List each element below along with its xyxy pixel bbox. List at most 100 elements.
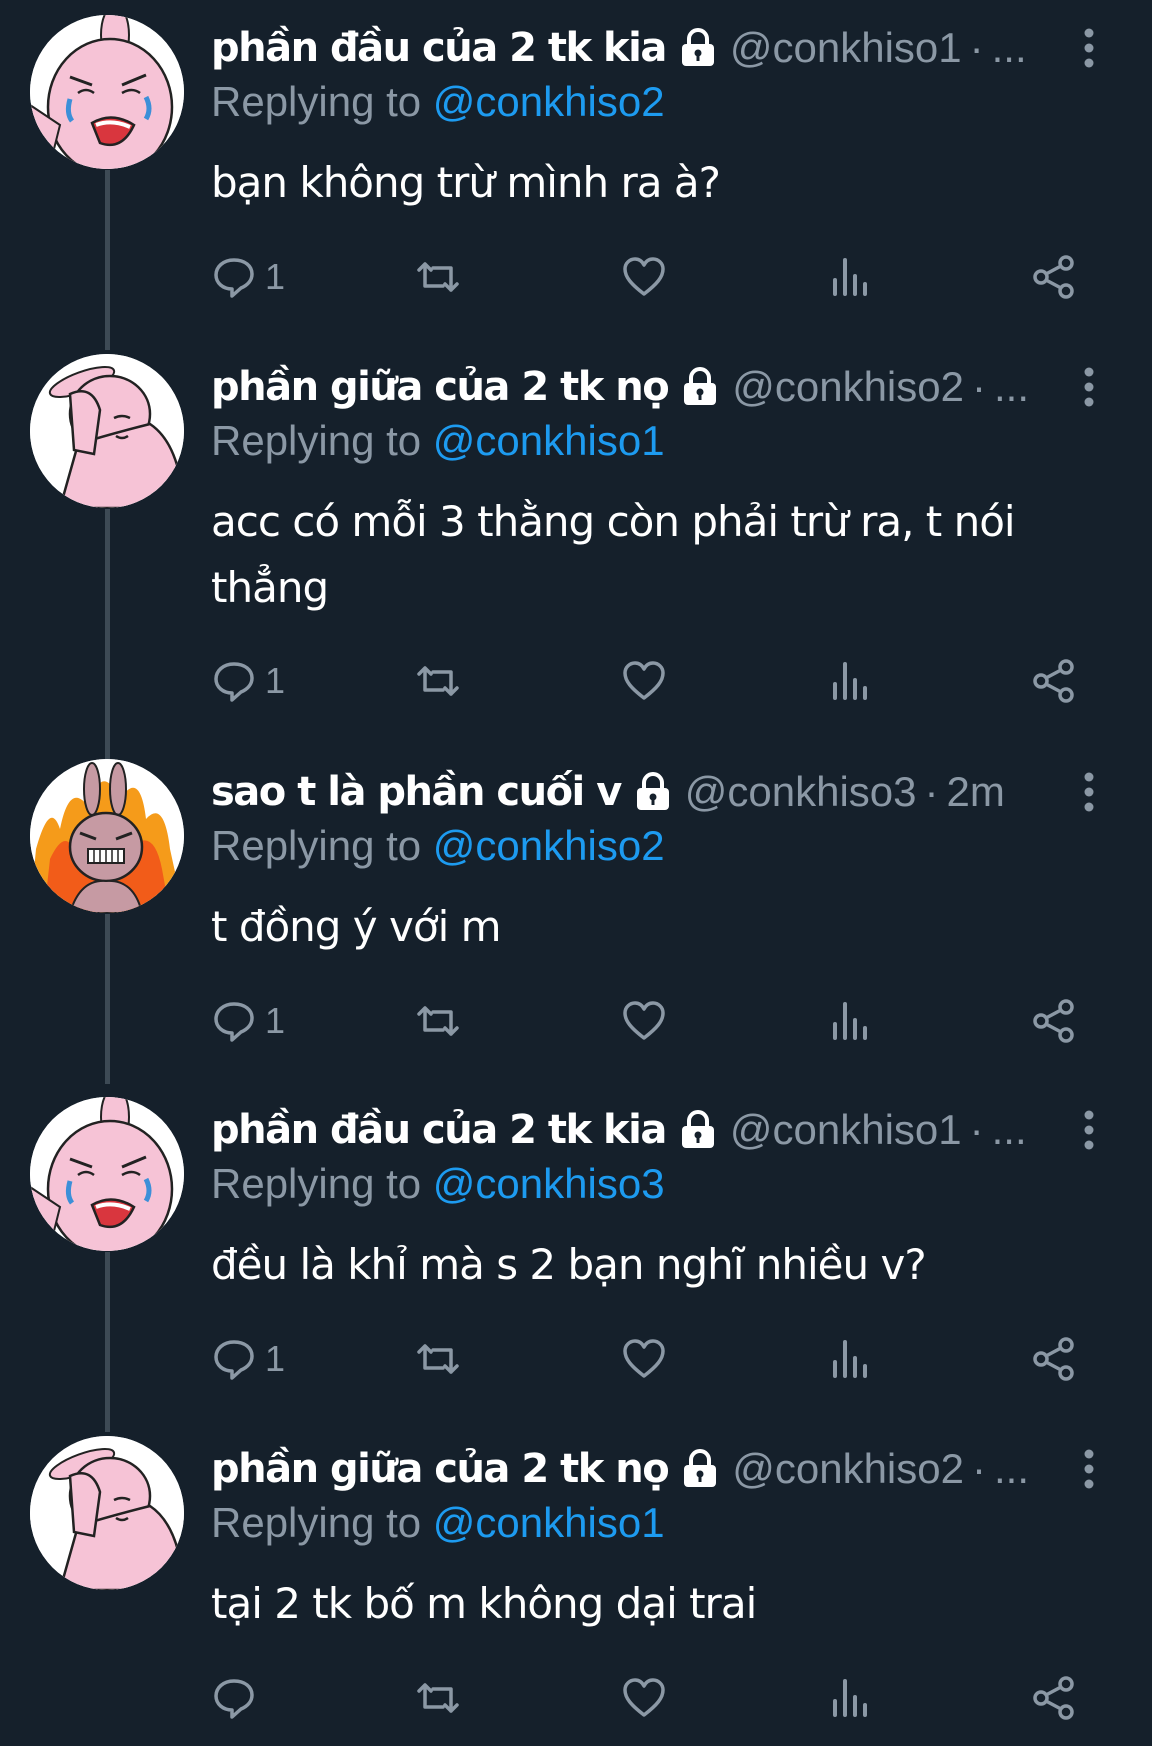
facepalm-bunny-avatar	[30, 354, 184, 508]
lock-icon	[636, 772, 669, 810]
separator-dot: ·	[924, 768, 939, 815]
display-name[interactable]: phần giữa của 2 tk nọ	[211, 364, 670, 410]
retweet-button[interactable]	[415, 1670, 461, 1726]
share-button[interactable]	[1031, 653, 1077, 709]
tweet-actions: 1	[211, 653, 1091, 709]
avatar[interactable]	[30, 15, 184, 169]
separator-dot: ·	[971, 363, 986, 410]
tweet-actions: 1	[211, 1331, 1091, 1387]
reply-button[interactable]: 1	[211, 1331, 285, 1387]
tweet[interactable]: phần giữa của 2 tk nọ @conkhiso2 · ... R…	[0, 1421, 1152, 1746]
views-button[interactable]	[827, 249, 873, 305]
user-handle[interactable]: @conkhiso3	[685, 768, 917, 816]
user-handle[interactable]: @conkhiso2	[732, 363, 964, 411]
display-name[interactable]: phần đầu của 2 tk kia	[211, 25, 667, 71]
lock-icon	[684, 1449, 717, 1487]
display-name[interactable]: sao t là phần cuối v	[211, 769, 622, 815]
avatar[interactable]	[30, 759, 184, 913]
more-vertical-icon[interactable]	[1078, 1108, 1100, 1152]
replying-to-mention[interactable]: @conkhiso2	[433, 78, 665, 125]
analytics-icon	[833, 1340, 867, 1378]
more-vertical-icon[interactable]	[1078, 1447, 1100, 1491]
timestamp[interactable]: ...	[992, 24, 1027, 72]
tweet[interactable]: phần giữa của 2 tk nọ @conkhiso2 · ... R…	[0, 339, 1152, 759]
retweet-button[interactable]	[415, 993, 461, 1049]
replying-to-mention[interactable]: @conkhiso2	[433, 822, 665, 869]
user-handle[interactable]: @conkhiso2	[732, 1445, 964, 1493]
more-vertical-icon[interactable]	[1078, 26, 1100, 70]
reply-button[interactable]: 1	[211, 249, 285, 305]
crying-bunny-avatar	[30, 1097, 184, 1251]
share-button[interactable]	[1031, 1331, 1077, 1387]
replying-to: Replying to @conkhiso2	[211, 822, 665, 870]
tweet-header: phần đầu của 2 tk kia @conkhiso1 · ...	[211, 1100, 1041, 1160]
user-handle[interactable]: @conkhiso1	[730, 1106, 962, 1154]
share-button[interactable]	[1031, 993, 1077, 1049]
comment-icon	[214, 1679, 254, 1719]
tweet[interactable]: phần đầu của 2 tk kia @conkhiso1 · ... R…	[0, 0, 1152, 350]
share-icon	[1033, 255, 1074, 299]
tweet-header: phần giữa của 2 tk nọ @conkhiso2 · ...	[211, 1439, 1041, 1499]
reply-button[interactable]	[211, 1670, 265, 1726]
replying-to-mention[interactable]: @conkhiso1	[433, 417, 665, 464]
timestamp[interactable]: ...	[992, 1106, 1027, 1154]
tweet[interactable]: sao t là phần cuối v @conkhiso3 · 2m Rep…	[0, 744, 1152, 1084]
retweet-icon	[417, 666, 459, 696]
like-button[interactable]	[621, 1670, 667, 1726]
avatar[interactable]	[30, 1097, 184, 1251]
reply-count: 1	[265, 256, 286, 297]
reply-count: 1	[265, 660, 286, 701]
timestamp[interactable]: ...	[994, 1445, 1029, 1493]
retweet-button[interactable]	[415, 249, 461, 305]
like-button[interactable]	[621, 249, 667, 305]
separator-dot: ·	[969, 24, 984, 71]
comment-icon	[214, 258, 254, 298]
timestamp[interactable]: 2m	[947, 768, 1005, 816]
reply-button[interactable]: 1	[211, 993, 285, 1049]
views-button[interactable]	[827, 653, 873, 709]
tweet-actions: 1	[211, 993, 1091, 1049]
views-button[interactable]	[827, 1331, 873, 1387]
share-button[interactable]	[1031, 249, 1077, 305]
replying-to-label: Replying to	[211, 822, 433, 869]
heart-icon	[623, 1678, 665, 1717]
display-name[interactable]: phần giữa của 2 tk nọ	[211, 1446, 670, 1492]
thread-connector-line	[105, 509, 110, 759]
angry-fire-bunny-avatar	[30, 759, 184, 913]
tweet-text: đều là khỉ mà s 2 bạn nghĩ nhiều v?	[211, 1240, 927, 1289]
analytics-icon	[833, 258, 867, 296]
replying-to: Replying to @conkhiso2	[211, 78, 665, 126]
replying-to-mention[interactable]: @conkhiso1	[433, 1499, 665, 1546]
retweet-button[interactable]	[415, 653, 461, 709]
avatar[interactable]	[30, 354, 184, 508]
like-button[interactable]	[621, 993, 667, 1049]
timestamp[interactable]: ...	[994, 363, 1029, 411]
user-handle[interactable]: @conkhiso1	[730, 24, 962, 72]
views-button[interactable]	[827, 1670, 873, 1726]
avatar[interactable]	[30, 1436, 184, 1590]
retweet-icon	[417, 1344, 459, 1374]
share-icon	[1033, 659, 1074, 703]
reply-button[interactable]: 1	[211, 653, 285, 709]
more-vertical-icon[interactable]	[1078, 365, 1100, 409]
replying-to: Replying to @conkhiso1	[211, 1499, 665, 1547]
replying-to-mention[interactable]: @conkhiso3	[433, 1160, 665, 1207]
like-button[interactable]	[621, 1331, 667, 1387]
views-button[interactable]	[827, 993, 873, 1049]
tweet-text: tại 2 tk bố m không dại trai	[211, 1579, 757, 1628]
tweet-text: bạn không trừ mình ra à?	[211, 158, 721, 207]
retweet-button[interactable]	[415, 1331, 461, 1387]
share-button[interactable]	[1031, 1670, 1077, 1726]
more-vertical-icon[interactable]	[1078, 770, 1100, 814]
tweet-actions	[211, 1670, 1091, 1726]
thread-connector-line	[105, 170, 110, 350]
share-icon	[1033, 1337, 1074, 1381]
heart-icon	[623, 1001, 665, 1040]
reply-count: 1	[265, 1000, 286, 1041]
lock-icon	[684, 367, 717, 405]
retweet-icon	[417, 1006, 459, 1036]
display-name[interactable]: phần đầu của 2 tk kia	[211, 1107, 667, 1153]
like-button[interactable]	[621, 653, 667, 709]
comment-icon	[214, 662, 254, 702]
tweet[interactable]: phần đầu của 2 tk kia @conkhiso1 · ... R…	[0, 1082, 1152, 1432]
